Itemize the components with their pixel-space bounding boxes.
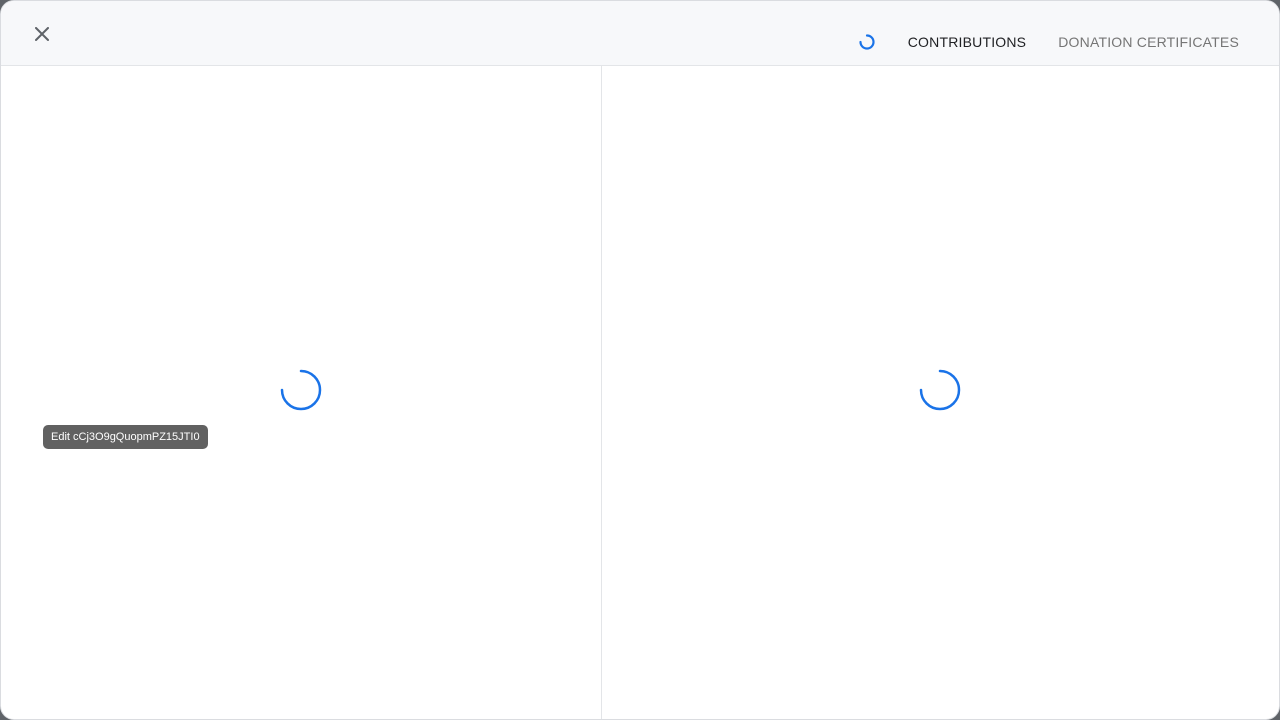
edit-tooltip: Edit cCj3O9gQuopmPZ15JTI0 — [43, 425, 208, 449]
tab-donation-certificates[interactable]: DONATION CERTIFICATES — [1042, 23, 1255, 61]
loading-spinner-icon — [280, 369, 322, 411]
left-pane — [1, 66, 602, 719]
close-button[interactable] — [25, 17, 59, 51]
loading-spinner-icon — [859, 34, 875, 50]
dialog-header: CONTRIBUTIONS DONATION CERTIFICATES — [1, 1, 1279, 66]
right-pane — [602, 66, 1279, 719]
tab-bar: CONTRIBUTIONS DONATION CERTIFICATES — [858, 23, 1255, 61]
tab-contributions[interactable]: CONTRIBUTIONS — [892, 23, 1043, 61]
close-icon — [35, 27, 49, 41]
loading-spinner-icon — [919, 369, 961, 411]
contributions-dialog: CONTRIBUTIONS DONATION CERTIFICATES Edit… — [0, 0, 1280, 720]
